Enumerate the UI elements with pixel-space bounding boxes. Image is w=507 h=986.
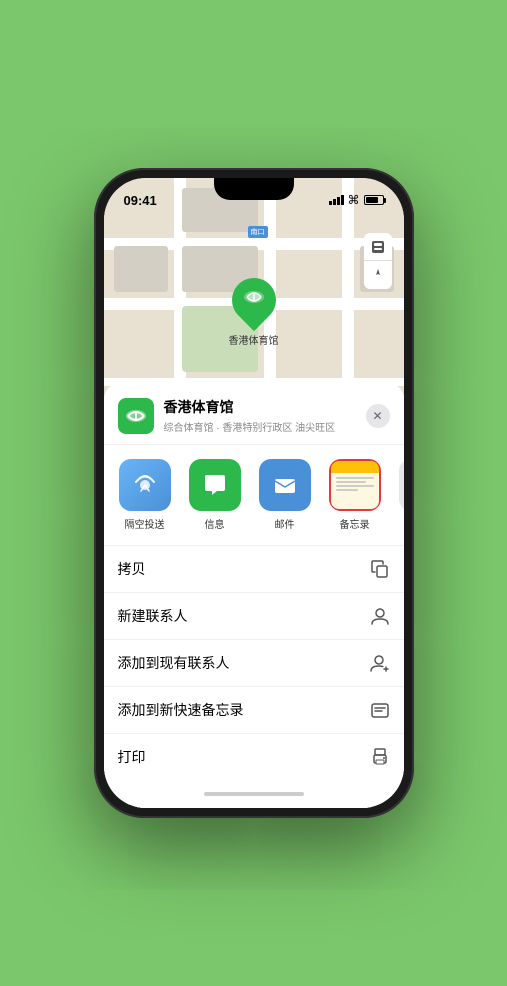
bottom-sheet: 香港体育馆 综合体育馆 · 香港特别行政区 油尖旺区 ✕ — [104, 383, 404, 808]
venue-subtitle: 综合体育馆 · 香港特别行政区 油尖旺区 — [164, 419, 366, 434]
print-icon — [370, 747, 390, 767]
phone-screen: 09:41 ⌘ — [104, 178, 404, 808]
mail-label: 邮件 — [275, 516, 295, 531]
share-airdrop[interactable]: 隔空投送 — [114, 459, 176, 531]
action-quick-note-label: 添加到新快速备忘录 — [118, 700, 244, 720]
quick-note-icon — [370, 700, 390, 720]
venue-info: 香港体育馆 综合体育馆 · 香港特别行政区 油尖旺区 — [164, 397, 366, 434]
map-marker: 香港体育馆 — [229, 278, 279, 347]
mail-icon — [259, 459, 311, 511]
message-icon — [189, 459, 241, 511]
status-icons: ⌘ — [329, 193, 384, 207]
home-bar — [204, 792, 304, 796]
entrance-badge: 南口 — [248, 226, 268, 238]
message-label: 信息 — [205, 516, 225, 531]
entrance-label: 南口 — [248, 226, 268, 238]
phone-frame: 09:41 ⌘ — [94, 168, 414, 818]
close-button[interactable]: ✕ — [366, 404, 390, 428]
location-button[interactable] — [364, 261, 392, 289]
share-notes[interactable]: 备忘录 — [324, 459, 386, 531]
notch — [214, 178, 294, 200]
venue-icon — [118, 398, 154, 434]
layers-button[interactable] — [364, 233, 392, 261]
marker-icon — [243, 286, 265, 314]
venue-name: 香港体育馆 — [164, 397, 366, 417]
action-add-contact[interactable]: 添加到现有联系人 — [104, 640, 404, 687]
share-row: 隔空投送 信息 — [104, 445, 404, 546]
share-mail[interactable]: 邮件 — [254, 459, 316, 531]
signal-icon — [329, 195, 344, 205]
airdrop-icon — [119, 459, 171, 511]
notes-label: 备忘录 — [340, 516, 370, 531]
action-print-label: 打印 — [118, 747, 146, 767]
action-copy-label: 拷贝 — [118, 559, 146, 579]
copy-icon — [370, 559, 390, 579]
action-new-contact-label: 新建联系人 — [118, 606, 188, 626]
airdrop-label: 隔空投送 — [125, 516, 165, 531]
marker-label: 香港体育馆 — [229, 332, 279, 347]
venue-header: 香港体育馆 综合体育馆 · 香港特别行政区 油尖旺区 ✕ — [104, 383, 404, 445]
marker-pin — [222, 269, 284, 331]
more-icon — [399, 459, 404, 511]
add-contact-icon — [370, 653, 390, 673]
action-quick-note[interactable]: 添加到新快速备忘录 — [104, 687, 404, 734]
battery-icon — [364, 195, 384, 205]
new-contact-icon — [370, 606, 390, 626]
action-print[interactable]: 打印 — [104, 734, 404, 780]
action-new-contact[interactable]: 新建联系人 — [104, 593, 404, 640]
map-controls — [364, 233, 392, 289]
notes-icon — [329, 459, 381, 511]
share-message[interactable]: 信息 — [184, 459, 246, 531]
action-add-contact-label: 添加到现有联系人 — [118, 653, 230, 673]
home-indicator — [104, 780, 404, 808]
share-more[interactable]: 提 — [394, 459, 404, 531]
status-time: 09:41 — [124, 193, 157, 208]
wifi-icon: ⌘ — [348, 193, 360, 207]
action-copy[interactable]: 拷贝 — [104, 546, 404, 593]
action-list: 拷贝 新建联系人 添加到现有联系人 — [104, 546, 404, 780]
